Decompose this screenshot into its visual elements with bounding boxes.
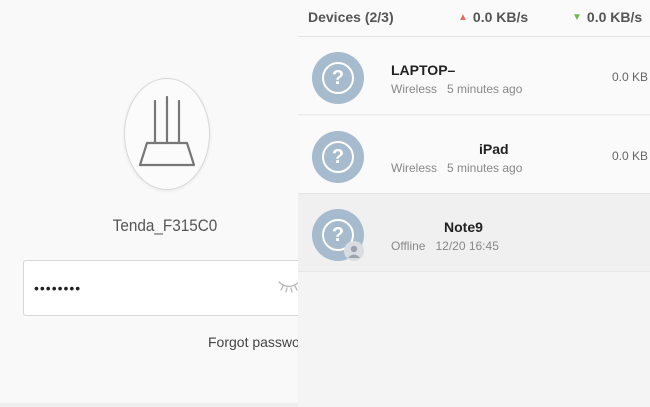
device-connection: Offline: [391, 239, 426, 253]
device-time: 5 minutes ago: [447, 82, 523, 96]
device-meta: Wireless 5 minutes ago: [391, 82, 522, 96]
device-row-ipad[interactable]: ? iPad Wireless 5 minutes ago 0.0 KB: [298, 116, 650, 194]
device-avatar: ?: [312, 131, 364, 183]
download-rate: ▼ 0.0 KB/s: [572, 9, 642, 25]
device-row-note9[interactable]: ? Note9 Offline 12/20 16:45: [298, 194, 650, 272]
device-time: 12/20 16:45: [435, 239, 499, 253]
upload-rate: ▲ 0.0 KB/s: [458, 9, 528, 25]
device-connection: Wireless: [391, 82, 438, 96]
password-value: ••••••••: [34, 280, 82, 296]
upload-rate-value: 0.0 KB/s: [472, 9, 529, 25]
device-name: LAPTOP–: [391, 62, 456, 78]
device-row-laptop[interactable]: ? LAPTOP– Wireless 5 minutes ago 0.0 KB: [298, 37, 650, 115]
offline-badge: [344, 241, 364, 261]
router-avatar: [124, 78, 210, 190]
eye-closed-icon[interactable]: [278, 279, 298, 293]
device-rate: 0.0 KB: [612, 70, 649, 84]
download-rate-value: 0.0 KB/s: [586, 9, 643, 25]
question-mark-icon: ?: [322, 141, 354, 173]
device-avatar: ?: [312, 209, 364, 261]
password-input[interactable]: ••••••••: [23, 260, 298, 316]
device-meta: Wireless 5 minutes ago: [391, 161, 522, 175]
download-arrow-icon: ▼: [572, 12, 582, 23]
router-name: Tenda_F315C0: [112, 216, 218, 235]
router-icon: [138, 95, 196, 167]
device-name: iPad: [479, 141, 509, 157]
bottom-divider: [0, 403, 298, 407]
device-rate: 0.0 KB: [612, 149, 649, 163]
device-connection: Wireless: [391, 161, 438, 175]
login-panel: Tenda_F315C0 •••••••• Forgot passwor: [0, 0, 298, 407]
devices-panel: Devices (2/3) ▲ 0.0 KB/s ▼ 0.0 KB/s ? LAPT…: [298, 0, 650, 407]
question-mark-icon: ?: [322, 62, 354, 94]
device-time: 5 minutes ago: [447, 161, 523, 175]
user-icon: [348, 245, 360, 258]
devices-title: Devices (2/3): [308, 9, 394, 25]
device-meta: Offline 12/20 16:45: [391, 239, 499, 253]
devices-header: Devices (2/3) ▲ 0.0 KB/s ▼ 0.0 KB/s: [298, 0, 650, 37]
forgot-password-link[interactable]: Forgot passwor: [208, 334, 298, 350]
upload-arrow-icon: ▲: [458, 12, 468, 23]
device-name: Note9: [444, 219, 483, 235]
device-avatar: ?: [312, 52, 364, 104]
